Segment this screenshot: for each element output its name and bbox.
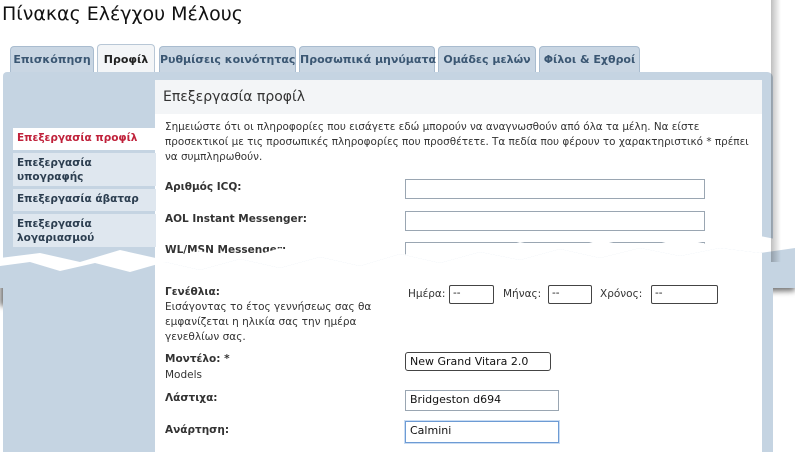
model-sublabel: Models <box>165 369 202 381</box>
sidebar-item-edit-profile[interactable]: Επεξεργασία προφίλ <box>13 128 156 150</box>
icq-input[interactable] <box>405 179 705 199</box>
month-select[interactable]: -- <box>548 285 592 304</box>
tab-private-messages[interactable]: Προσωπικά μηνύματα <box>299 46 436 72</box>
aol-label: AOL Instant Messenger: <box>165 213 307 225</box>
tab-overview[interactable]: Επισκόπηση <box>10 46 94 72</box>
sidebar-background-lower <box>3 281 155 451</box>
model-label: Μοντέλο: * <box>165 353 230 365</box>
model-input[interactable]: New Grand Vitara 2.0 <box>405 352 551 371</box>
page-title: Πίνακας Ελέγχου Μέλους <box>2 3 243 25</box>
year-select[interactable]: -- <box>651 285 718 304</box>
sidebar-item-edit-avatar[interactable]: Επεξεργασία άβαταρ <box>13 189 156 211</box>
sidebar-item-edit-account[interactable]: Επεξεργασία λογαριασμού <box>13 214 156 247</box>
tyres-label: Λάστιχα: <box>165 392 218 404</box>
day-label: Ημέρα: <box>408 288 446 300</box>
birthday-label: Γενέθλια: <box>165 286 220 298</box>
section-title: Επεξεργασία προφίλ <box>163 89 306 105</box>
birthday-help: Εισάγοντας το έτος γεννήσεως σας θα εμφα… <box>165 301 372 343</box>
suspension-input[interactable]: Calmini <box>405 421 559 443</box>
tab-profile[interactable]: Προφίλ <box>97 44 155 72</box>
icq-label: Αριθμός ICQ: <box>165 181 242 193</box>
frame-shadow <box>771 0 781 262</box>
tyres-input[interactable]: Bridgeston d694 <box>405 390 559 411</box>
tab-community-settings[interactable]: Ρυθμίσεις κοινότητας <box>159 46 296 72</box>
tab-friends-foes[interactable]: Φίλοι & Εχθροί <box>539 46 640 72</box>
panel-edge-lower <box>762 281 773 451</box>
suspension-label: Ανάρτηση: <box>165 424 230 436</box>
month-label: Μήνας: <box>503 288 542 300</box>
aol-input[interactable] <box>405 211 705 231</box>
profile-note: Σημειώστε ότι οι πληροφορίες που εισάγετ… <box>165 121 749 163</box>
torn-edge-lower <box>0 248 795 288</box>
sidebar-item-edit-signature[interactable]: Επεξεργασία υπογραφής <box>13 153 156 186</box>
year-label: Χρόνος: <box>600 288 643 300</box>
day-select[interactable]: -- <box>449 285 494 304</box>
tab-user-groups[interactable]: Ομάδες μελών <box>438 46 536 72</box>
